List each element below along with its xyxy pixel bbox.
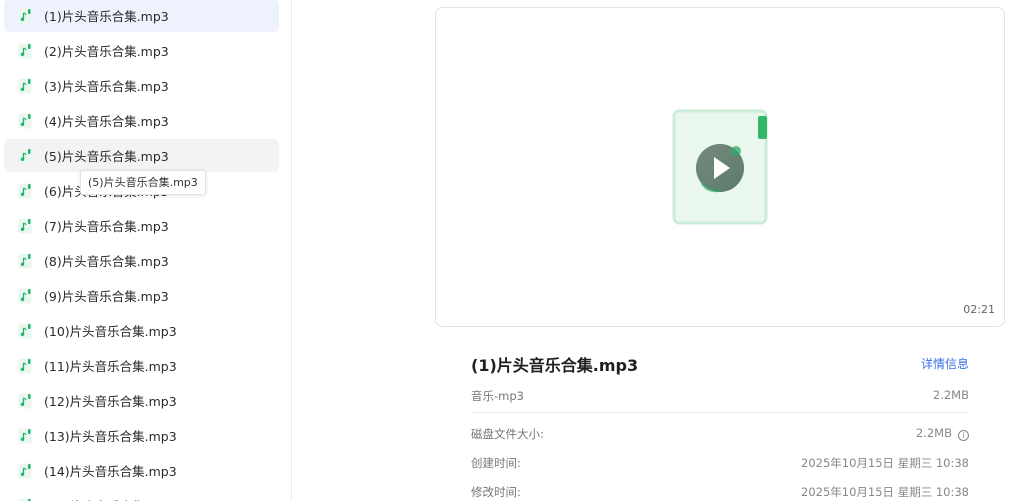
info-icon[interactable]: i	[958, 430, 969, 441]
info-header: (1)片头音乐合集.mp3 详情信息	[471, 345, 969, 381]
file-list-item-label: (2)片头音乐合集.mp3	[44, 44, 169, 59]
file-size: 2.2MB	[932, 388, 969, 402]
file-list-item[interactable]: (15)片头音乐合集.mp3	[4, 489, 279, 501]
file-list-item-label: (9)片头音乐合集.mp3	[44, 289, 169, 304]
created-label: 创建时间:	[471, 456, 521, 470]
file-list-item-label: (11)片头音乐合集.mp3	[44, 359, 177, 374]
file-list-item[interactable]: (2)片头音乐合集.mp3	[4, 34, 279, 67]
music-file-icon	[18, 78, 32, 93]
media-preview[interactable]: 02:21	[435, 7, 1005, 327]
music-file-icon	[18, 428, 32, 443]
file-list-item-label: (3)片头音乐合集.mp3	[44, 79, 169, 94]
type-row: 音乐-mp3 2.2MB	[471, 381, 969, 410]
disk-size-label: 磁盘文件大小:	[471, 427, 544, 441]
music-file-icon	[18, 498, 32, 501]
music-file-icon	[18, 218, 32, 233]
music-file-icon	[18, 43, 32, 58]
created-value: 2025年10月15日 星期三 10:38	[801, 456, 969, 470]
modified-row: 修改时间: 2025年10月15日 星期三 10:38	[471, 477, 969, 501]
file-list-item-label: (10)片头音乐合集.mp3	[44, 324, 177, 339]
modified-value: 2025年10月15日 星期三 10:38	[801, 485, 969, 499]
file-list-item-label: (4)片头音乐合集.mp3	[44, 114, 169, 129]
music-file-icon	[18, 253, 32, 268]
music-file-icon	[18, 148, 32, 163]
disk-size-row: 磁盘文件大小: 2.2MB i	[471, 419, 969, 448]
file-type: 音乐-mp3	[471, 389, 524, 403]
file-list-item[interactable]: (12)片头音乐合集.mp3	[4, 384, 279, 417]
file-list-item-label: (15)片头音乐合集.mp3	[44, 496, 177, 501]
file-list-item-label: (12)片头音乐合集.mp3	[44, 394, 177, 409]
file-list-item-label: (1)片头音乐合集.mp3	[44, 9, 169, 24]
file-list-item-label: (5)片头音乐合集.mp3	[44, 149, 169, 164]
music-file-icon	[18, 393, 32, 408]
file-list-item[interactable]: (7)片头音乐合集.mp3	[4, 209, 279, 242]
file-list-item[interactable]: (1)片头音乐合集.mp3	[4, 0, 279, 32]
created-row: 创建时间: 2025年10月15日 星期三 10:38	[471, 448, 969, 477]
file-list-item-label: (13)片头音乐合集.mp3	[44, 429, 177, 444]
file-list-item-label: (8)片头音乐合集.mp3	[44, 254, 169, 269]
disk-size-value-wrap: 2.2MB i	[916, 426, 969, 441]
file-list-sidebar: (1)片头音乐合集.mp3 (2)片头音乐合集.mp3 (3)片头音乐合集.mp3 (…	[0, 0, 292, 501]
file-list-item-label: (7)片头音乐合集.mp3	[44, 219, 169, 234]
modified-label: 修改时间:	[471, 485, 521, 499]
music-file-icon	[18, 323, 32, 338]
file-title: (1)片头音乐合集.mp3	[471, 356, 639, 375]
file-list-item[interactable]: (10)片头音乐合集.mp3	[4, 314, 279, 347]
music-file-icon	[18, 288, 32, 303]
file-list-item[interactable]: (11)片头音乐合集.mp3	[4, 349, 279, 382]
file-list-item[interactable]: (4)片头音乐合集.mp3	[4, 104, 279, 137]
disk-size-value: 2.2MB	[915, 426, 952, 440]
music-file-icon	[18, 463, 32, 478]
file-info-panel: (1)片头音乐合集.mp3 详情信息 音乐-mp3 2.2MB 磁盘文件大小: …	[471, 345, 969, 501]
duration-label: 02:21	[963, 303, 995, 316]
music-file-icon	[18, 183, 32, 198]
file-list-item[interactable]: (5)片头音乐合集.mp3	[4, 139, 279, 172]
file-list-item[interactable]: (9)片头音乐合集.mp3	[4, 279, 279, 312]
music-file-icon	[18, 358, 32, 373]
music-file-icon	[18, 8, 32, 23]
file-name-tooltip: (5)片头音乐合集.mp3	[80, 170, 206, 195]
file-list-item-label: (14)片头音乐合集.mp3	[44, 464, 177, 479]
file-list-item[interactable]: (14)片头音乐合集.mp3	[4, 454, 279, 487]
file-list-item[interactable]: (13)片头音乐合集.mp3	[4, 419, 279, 452]
music-file-icon	[18, 113, 32, 128]
file-list-item[interactable]: (3)片头音乐合集.mp3	[4, 69, 279, 102]
music-play-icon[interactable]	[672, 109, 770, 225]
details-link[interactable]: 详情信息	[921, 355, 969, 372]
file-list-item[interactable]: (8)片头音乐合集.mp3	[4, 244, 279, 277]
divider	[471, 412, 969, 413]
